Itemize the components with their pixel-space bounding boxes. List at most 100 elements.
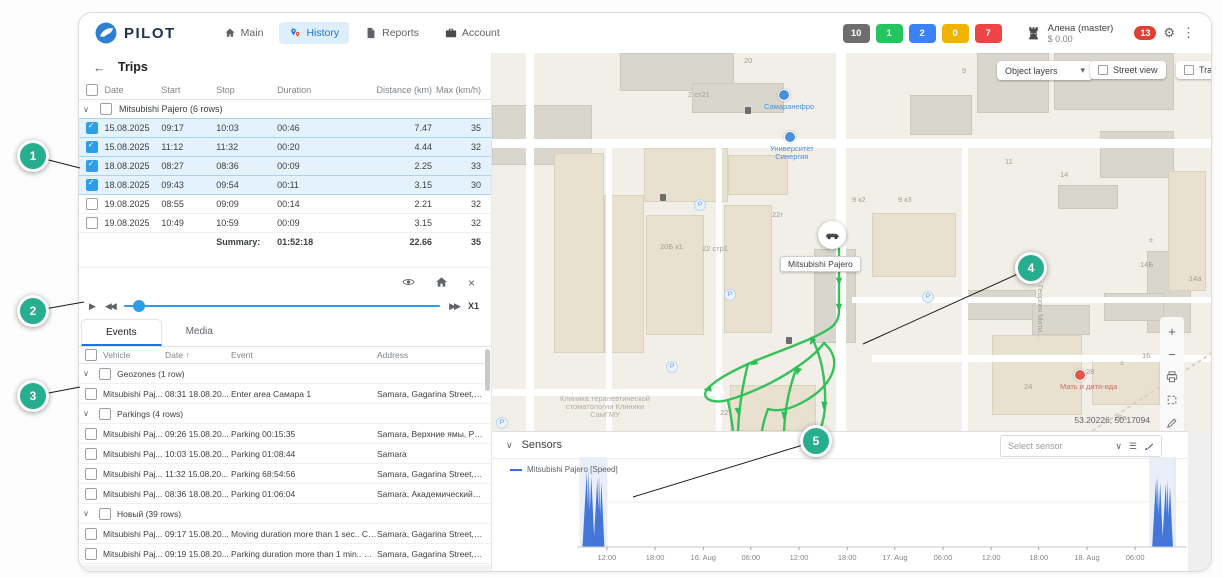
map[interactable]: 209122 ст21СамаранефроУниверситетСинерги… [492, 53, 1212, 431]
trip-checkbox[interactable] [86, 160, 98, 172]
events-select-all-checkbox[interactable] [85, 349, 97, 361]
visibility-eye-icon[interactable] [402, 274, 415, 292]
callout-4[interactable]: 4 [1015, 252, 1047, 284]
callout-5[interactable]: 5 [800, 425, 832, 457]
print-icon[interactable] [1165, 370, 1179, 384]
event-group-checkbox[interactable] [99, 408, 111, 420]
trip-row[interactable]: 18.08.202509:4309:5400:113.1530 [79, 175, 491, 195]
map-road [492, 139, 1212, 148]
fast-forward-icon[interactable]: ▶▶ [449, 301, 459, 312]
vehicle-label[interactable]: Mitsubishi Pajero [780, 256, 861, 272]
trip-checkbox[interactable] [86, 122, 98, 134]
status-badge-4[interactable]: 7 [975, 24, 1002, 43]
select-chevron-icon[interactable]: ∨ [1115, 441, 1122, 452]
trip-checkbox[interactable] [86, 198, 98, 210]
brand-logo[interactable]: PILOT [95, 22, 176, 44]
chart-legend: Mitsubishi Pajero [Speed] [510, 465, 618, 474]
event-checkbox[interactable] [85, 468, 97, 480]
status-badge-3[interactable]: 0 [942, 24, 969, 43]
nav-item-main[interactable]: Main [214, 22, 274, 44]
event-row[interactable]: Mitsubishi Paj...10:03 15.08.20...Parkin… [79, 444, 491, 464]
events-col-event: Event [231, 350, 377, 360]
trip-row[interactable]: 19.08.202510:4910:5900:093.1532 [79, 214, 491, 233]
nav-item-reports[interactable]: Reports [355, 22, 429, 44]
collapse-chevron-icon[interactable]: ∨ [506, 440, 513, 451]
trip-checkbox[interactable] [86, 141, 98, 153]
area-select-icon[interactable] [1165, 393, 1179, 407]
status-badge-0[interactable]: 10 [843, 24, 870, 43]
nav-item-account[interactable]: Account [435, 22, 510, 44]
select-all-checkbox[interactable] [86, 84, 98, 96]
street-view-checkbox[interactable] [1098, 65, 1108, 75]
street-view-toggle[interactable]: Street view [1090, 61, 1166, 79]
trip-row[interactable]: 19.08.202508:5509:0900:142.2132 [79, 195, 491, 214]
trip-checkbox[interactable] [86, 217, 98, 229]
events-scrollbar[interactable] [485, 349, 490, 563]
kebab-menu-icon[interactable]: ⋮ [1182, 25, 1195, 41]
settings-gear-icon[interactable]: ⚙ [1163, 25, 1175, 41]
object-layers-dropdown[interactable]: Object layers ▾ [997, 61, 1093, 80]
trip-row[interactable]: 15.08.202509:1710:0300:467.4735 [79, 118, 491, 138]
event-row[interactable]: Mitsubishi Paj...11:32 15.08.20...Parkin… [79, 464, 491, 484]
tab-media[interactable]: Media [162, 319, 237, 346]
rewind-icon[interactable]: ◀◀ [105, 301, 115, 312]
traffic-checkbox[interactable] [1184, 65, 1194, 75]
chevron-down-icon[interactable]: ∨ [79, 369, 93, 378]
event-row[interactable]: Mitsubishi Paj...09:19 15.08.20...Parkin… [79, 544, 491, 564]
traffic-toggle[interactable]: Traffic [1176, 61, 1212, 79]
event-checkbox[interactable] [85, 448, 97, 460]
event-group-checkbox[interactable] [99, 368, 111, 380]
slider-knob[interactable] [133, 300, 145, 312]
sensor-select[interactable]: Select sensor ∨ ☰ [1000, 435, 1162, 457]
events-col-date[interactable]: Date ↑ [165, 350, 231, 360]
zoom-out-icon[interactable]: − [1165, 347, 1179, 361]
group-checkbox[interactable] [100, 103, 112, 115]
vehicle-marker[interactable] [818, 221, 846, 249]
event-checkbox[interactable] [85, 488, 97, 500]
tab-events[interactable]: Events [81, 319, 162, 346]
callout-2[interactable]: 2 [17, 295, 49, 327]
notification-badge[interactable]: 13 [1134, 26, 1156, 40]
trips-group-row[interactable]: ∨Mitsubishi Pajero (6 rows) [79, 100, 491, 119]
playback-speed[interactable]: X1 [468, 301, 479, 311]
playback-slider[interactable] [124, 300, 440, 312]
poi-marker-icon[interactable] [778, 89, 790, 101]
event-group-row[interactable]: ∨Новый (39 rows) [79, 504, 491, 524]
sensors-header: ∨ Sensors Select sensor ∨ ☰ [492, 432, 1188, 459]
trip-checkbox[interactable] [86, 179, 98, 191]
chevron-down-icon[interactable]: ∨ [79, 509, 93, 518]
chevron-down-icon[interactable]: ∨ [79, 409, 93, 418]
callout-1[interactable]: 1 [17, 140, 49, 172]
trip-row[interactable]: 18.08.202508:2708:3600:092.2533 [79, 156, 491, 176]
event-checkbox[interactable] [85, 388, 97, 400]
event-row[interactable]: Mitsubishi Paj...08:36 18.08.20...Parkin… [79, 484, 491, 504]
event-row[interactable]: Mitsubishi Paj...09:17 15.08.20...Moving… [79, 524, 491, 544]
status-badge-1[interactable]: 1 [876, 24, 903, 43]
poi-marker-icon[interactable] [1074, 369, 1086, 381]
speed-chart[interactable]: 12:0018:0016. Aug06:0012:0018:0017. Aug0… [577, 457, 1187, 569]
user-info[interactable]: Алена (master) $ 0.00 [1025, 23, 1114, 44]
home-view-icon[interactable] [435, 274, 448, 292]
measure-pencil-icon[interactable] [1165, 416, 1179, 430]
chevron-down-icon[interactable]: ∨ [79, 105, 93, 114]
close-icon[interactable]: × [468, 276, 475, 290]
back-arrow-icon[interactable]: ← [93, 60, 106, 75]
callout-3[interactable]: 3 [17, 380, 49, 412]
poi-marker-icon[interactable] [784, 131, 796, 143]
trip-row[interactable]: 15.08.202511:1211:3200:204.4432 [79, 137, 491, 157]
event-group-checkbox[interactable] [99, 508, 111, 520]
sensor-list-icon[interactable]: ☰ [1129, 441, 1137, 452]
event-group-row[interactable]: ∨Geozones (1 row) [79, 364, 491, 384]
status-badge-2[interactable]: 2 [909, 24, 936, 43]
event-checkbox[interactable] [85, 548, 97, 560]
event-row[interactable]: Mitsubishi Paj...08:31 18.08.20...Enter … [79, 384, 491, 404]
event-group-row[interactable]: ∨Parkings (4 rows) [79, 404, 491, 424]
event-row[interactable]: Mitsubishi Paj...09:26 15.08.20...Parkin… [79, 424, 491, 444]
event-checkbox[interactable] [85, 528, 97, 540]
play-icon[interactable]: ▶ [89, 301, 96, 312]
brush-icon[interactable] [1144, 441, 1154, 451]
zoom-in-icon[interactable]: + [1165, 324, 1179, 338]
nav-item-history[interactable]: History [279, 22, 349, 44]
scrollbar-thumb[interactable] [485, 349, 490, 391]
event-checkbox[interactable] [85, 428, 97, 440]
